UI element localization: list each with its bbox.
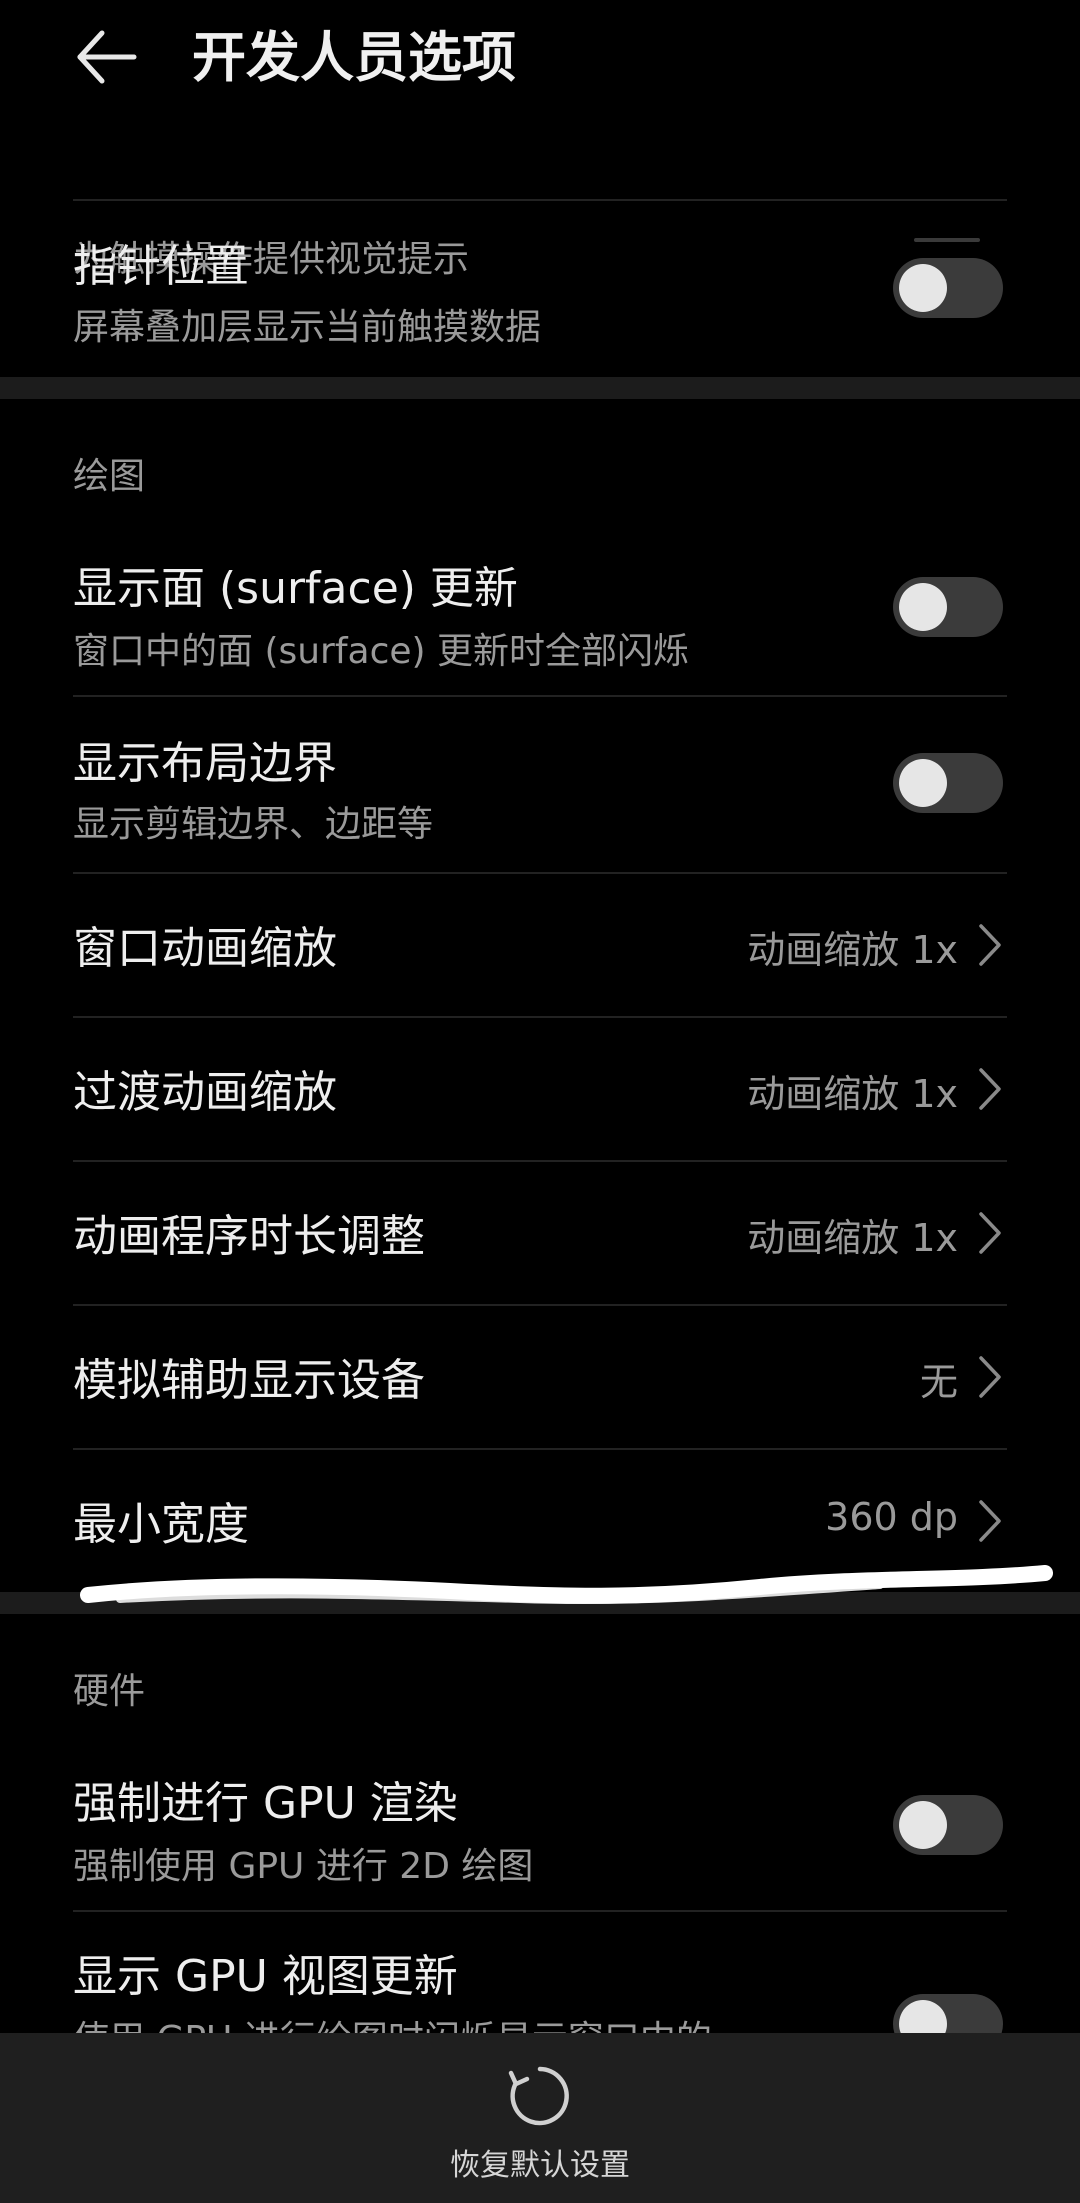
section-header-hardware: 硬件: [73, 1671, 146, 1712]
chevron-right-icon: [979, 1500, 1001, 1542]
item-subtitle: 强制使用 GPU 进行 2D 绘图: [73, 1846, 534, 1887]
page-title: 开发人员选项: [192, 26, 516, 89]
settings-item-pointer-location[interactable]: 指针位置 屏幕叠加层显示当前触摸数据: [0, 200, 1080, 370]
item-value: 无: [919, 1360, 958, 1404]
settings-item-animator-duration-scale[interactable]: 动画程序时长调整 动画缩放 1x: [0, 1162, 1080, 1304]
settings-item-transition-animation-scale[interactable]: 过渡动画缩放 动画缩放 1x: [0, 1018, 1080, 1160]
chevron-right-icon: [979, 924, 1001, 966]
item-title: 模拟辅助显示设备: [73, 1355, 425, 1406]
toggle-knob: [899, 759, 947, 807]
chevron-right-icon: [979, 1068, 1001, 1110]
show-layout-bounds-toggle[interactable]: [893, 753, 1003, 813]
settings-item-show-surface-updates[interactable]: 显示面 (surface) 更新 窗口中的面 (surface) 更新时全部闪烁: [0, 530, 1080, 695]
force-gpu-rendering-toggle[interactable]: [893, 1795, 1003, 1855]
section-separator: [0, 377, 1080, 399]
toggle-knob: [899, 1801, 947, 1849]
show-surface-updates-toggle[interactable]: [893, 577, 1003, 637]
item-title: 显示 GPU 视图更新: [73, 1951, 458, 2002]
item-title: 过渡动画缩放: [73, 1067, 337, 1118]
settings-item-force-gpu-rendering[interactable]: 强制进行 GPU 渲染 强制使用 GPU 进行 2D 绘图: [0, 1745, 1080, 1910]
toggle-knob: [899, 264, 947, 312]
restore-defaults-button[interactable]: 恢复默认设置: [390, 2033, 690, 2203]
toggle-knob: [899, 583, 947, 631]
item-value: 动画缩放 1x: [747, 1216, 958, 1260]
bottom-action-bar: 恢复默认设置: [0, 2033, 1080, 2203]
item-title: 显示面 (surface) 更新: [73, 563, 518, 614]
chevron-right-icon: [979, 1212, 1001, 1254]
item-value: 动画缩放 1x: [747, 1072, 958, 1116]
settings-item-window-animation-scale[interactable]: 窗口动画缩放 动画缩放 1x: [0, 874, 1080, 1016]
restore-defaults-label: 恢复默认设置: [450, 2148, 630, 2183]
refresh-icon: [508, 2066, 569, 2126]
item-title: 指针位置: [73, 241, 249, 292]
item-title: 显示布局边界: [73, 738, 337, 789]
section-header-drawing: 绘图: [73, 456, 146, 497]
back-arrow-icon[interactable]: [72, 22, 142, 92]
item-value: 动画缩放 1x: [747, 928, 958, 972]
settings-list: 为触摸操作提供视觉提示 指针位置 屏幕叠加层显示当前触摸数据 绘图 显示面 (s…: [0, 0, 1080, 2203]
item-subtitle: 显示剪辑边界、边距等: [73, 804, 434, 845]
item-value: 360 dp: [825, 1495, 958, 1539]
item-title: 强制进行 GPU 渲染: [73, 1778, 458, 1829]
item-subtitle: 窗口中的面 (surface) 更新时全部闪烁: [73, 631, 690, 672]
item-subtitle: 屏幕叠加层显示当前触摸数据: [73, 307, 542, 348]
scribble-annotation: [80, 1565, 1053, 1605]
chevron-right-icon: [979, 1356, 1001, 1398]
item-title: 最小宽度: [73, 1499, 249, 1550]
item-title: 动画程序时长调整: [73, 1211, 425, 1262]
item-title: 窗口动画缩放: [73, 923, 337, 974]
settings-item-simulate-secondary-display[interactable]: 模拟辅助显示设备 无: [0, 1306, 1080, 1448]
app-header: 开发人员选项: [0, 0, 1080, 120]
settings-item-show-layout-bounds[interactable]: 显示布局边界 显示剪辑边界、边距等: [0, 697, 1080, 872]
pointer-location-toggle[interactable]: [893, 258, 1003, 318]
